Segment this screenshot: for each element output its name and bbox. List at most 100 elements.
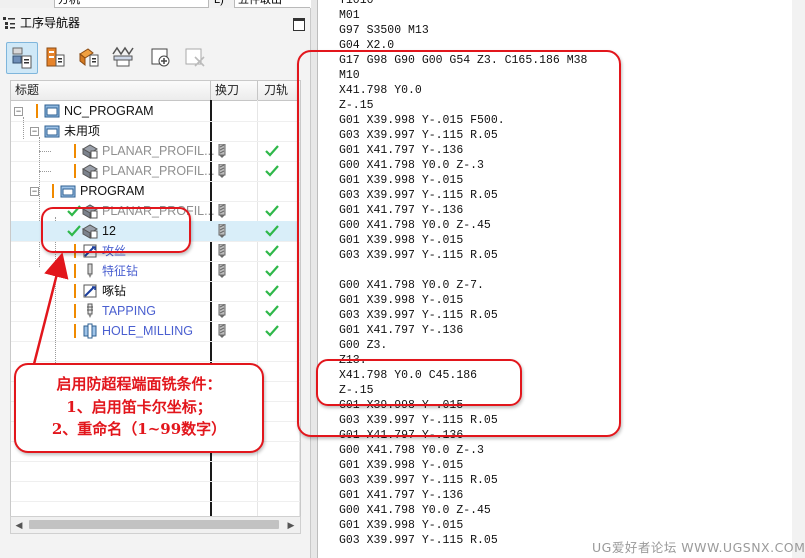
collapse-toggle-icon[interactable]: − bbox=[30, 127, 39, 136]
status-marker bbox=[36, 104, 38, 118]
horizontal-scrollbar[interactable]: ◀ ▶ bbox=[10, 516, 301, 534]
empty-row bbox=[11, 341, 300, 362]
tree-row-tapping[interactable]: TAPPING bbox=[11, 301, 300, 322]
nc-code-line: G01 X39.998 Y-.015 bbox=[339, 519, 464, 532]
empty-row bbox=[11, 481, 300, 502]
nc-code-line: G01 X39.998 Y-.015 bbox=[339, 459, 464, 472]
program-root-icon bbox=[44, 104, 60, 118]
status-marker bbox=[74, 164, 76, 178]
tool-icon bbox=[218, 164, 226, 178]
tree-row-program[interactable]: − PROGRAM bbox=[11, 181, 300, 202]
scroll-left-icon[interactable]: ◀ bbox=[11, 517, 27, 533]
status-marker bbox=[74, 304, 76, 318]
geometry-view-button[interactable] bbox=[74, 42, 104, 72]
delete-button[interactable] bbox=[180, 42, 210, 72]
annotation-line-1: 启用防超程端面铣条件： bbox=[56, 375, 222, 393]
tool-icon bbox=[218, 204, 226, 218]
navigator-title: 工序导航器 bbox=[20, 16, 81, 30]
toolpath-ok-check-icon bbox=[265, 265, 279, 277]
tool-icon bbox=[218, 304, 226, 318]
tree-row-planar-profile-1[interactable]: PLANAR_PROFIL... bbox=[11, 141, 300, 162]
tree-row-label: HOLE_MILLING bbox=[102, 324, 194, 338]
feature-drill-op-icon bbox=[87, 263, 93, 278]
collapse-toggle-icon[interactable]: − bbox=[14, 107, 23, 116]
navigator-title-bar: 工序导航器 bbox=[0, 14, 310, 32]
toolpath-ok-check-icon bbox=[265, 165, 279, 177]
nc-code-line: M01 bbox=[339, 9, 360, 22]
vertical-scrollbar[interactable] bbox=[792, 0, 805, 558]
tool-icon bbox=[218, 324, 226, 338]
column-divider[interactable] bbox=[210, 81, 211, 100]
tree-row-nc-program[interactable]: − NC_PROGRAM bbox=[11, 101, 300, 122]
hole-milling-op-icon bbox=[83, 323, 97, 339]
scrollbar-thumb[interactable] bbox=[29, 520, 279, 529]
scroll-right-icon[interactable]: ▶ bbox=[283, 517, 299, 533]
tree-row-label: TAPPING bbox=[102, 304, 156, 318]
annotation-line-3: 2、重命名（1~99数字） bbox=[51, 420, 227, 438]
column-divider[interactable] bbox=[257, 81, 258, 100]
forum-watermark: UG爱好者论坛 WWW.UGSNX.COM bbox=[592, 540, 805, 555]
column-header-toolpath[interactable]: 刀轨 bbox=[264, 81, 288, 100]
create-operation-icon bbox=[151, 48, 170, 67]
program-order-view-button[interactable] bbox=[6, 42, 38, 74]
tree-row-label: PLANAR_PROFIL... bbox=[102, 164, 215, 178]
folder-icon bbox=[44, 125, 60, 138]
machining-method-view-icon bbox=[112, 46, 134, 67]
tree-row-feature-drill[interactable]: 特征钻 bbox=[11, 261, 300, 282]
folder-icon bbox=[60, 185, 76, 198]
maximize-window-icon[interactable] bbox=[293, 18, 305, 31]
tree-row-label: PROGRAM bbox=[80, 184, 145, 198]
nc-code-line: G03 X39.997 Y-.115 R.05 bbox=[339, 474, 498, 487]
program-order-view-icon bbox=[12, 47, 32, 69]
geometry-view-icon bbox=[79, 48, 99, 67]
tree-row-hole-milling[interactable]: HOLE_MILLING bbox=[11, 321, 300, 342]
machining-method-view-button[interactable] bbox=[108, 42, 138, 72]
tool-icon bbox=[218, 224, 226, 238]
peck-drill-op-icon bbox=[83, 284, 97, 298]
machine-tool-view-button[interactable] bbox=[40, 42, 70, 72]
tool-icon bbox=[218, 144, 226, 158]
toolpath-ok-check-icon bbox=[265, 145, 279, 157]
tapping-op-icon bbox=[87, 303, 93, 318]
column-header-tool-change[interactable]: 换刀 bbox=[215, 81, 239, 100]
tree-row-label: 啄钻 bbox=[102, 284, 127, 298]
operation-tree: 标题 换刀 刀轨 − NC_PROGRAM − 未用项 PLANAR_PROFI… bbox=[10, 80, 301, 526]
planar-profile-op-icon bbox=[82, 164, 98, 179]
empty-row bbox=[11, 461, 300, 482]
toolpath-ok-check-icon bbox=[265, 305, 279, 317]
status-marker bbox=[52, 184, 54, 198]
status-marker bbox=[74, 324, 76, 338]
delete-icon bbox=[185, 48, 205, 67]
tool-icon bbox=[218, 244, 226, 258]
toolpath-ok-check-icon bbox=[265, 285, 279, 297]
nc-code-line: G03 X39.997 Y-.115 R.05 bbox=[339, 534, 498, 547]
nc-code-line: T1010 bbox=[339, 0, 374, 7]
tree-row-label: 特征钻 bbox=[102, 264, 139, 278]
highlight-box-c-axis-line bbox=[316, 359, 522, 406]
annotation-callout: 启用防超程端面铣条件： 1、启用笛卡尔坐标； 2、重命名（1~99数字） bbox=[14, 363, 264, 453]
column-header-name[interactable]: 标题 bbox=[15, 81, 39, 100]
status-marker bbox=[74, 264, 76, 278]
tree-row-label: NC_PROGRAM bbox=[64, 104, 154, 118]
top-right-field[interactable]: 五件取出 bbox=[234, 0, 310, 8]
toolpath-ok-check-icon bbox=[265, 205, 279, 217]
tree-row-label: PLANAR_PROFIL... bbox=[102, 144, 215, 158]
tree-row-peck-drill[interactable]: 啄钻 bbox=[11, 281, 300, 302]
toolpath-ok-check-icon bbox=[265, 225, 279, 237]
status-marker bbox=[74, 144, 76, 158]
tree-row-label: 未用项 bbox=[64, 124, 101, 138]
tree-header: 标题 换刀 刀轨 bbox=[11, 81, 300, 101]
tree-row-planar-profile-2[interactable]: PLANAR_PROFIL... bbox=[11, 161, 300, 182]
tree-row-unused-items[interactable]: − 未用项 bbox=[11, 121, 300, 142]
machine-tool-view-icon bbox=[46, 47, 65, 67]
top-left-field[interactable]: 方机 bbox=[54, 0, 209, 8]
nc-code-line: G00 X41.798 Y0.0 Z-.45 bbox=[339, 504, 491, 517]
toolpath-ok-check-icon bbox=[265, 325, 279, 337]
collapse-toggle-icon[interactable]: − bbox=[30, 187, 39, 196]
create-operation-button[interactable] bbox=[146, 42, 176, 72]
nc-code-line: G01 X41.797 Y-.136 bbox=[339, 489, 464, 502]
navigator-icon bbox=[3, 17, 15, 29]
annotation-line-2: 1、启用笛卡尔坐标； bbox=[66, 398, 212, 416]
tool-icon bbox=[218, 264, 226, 278]
nc-code-line: G97 S3500 M13 bbox=[339, 24, 429, 37]
